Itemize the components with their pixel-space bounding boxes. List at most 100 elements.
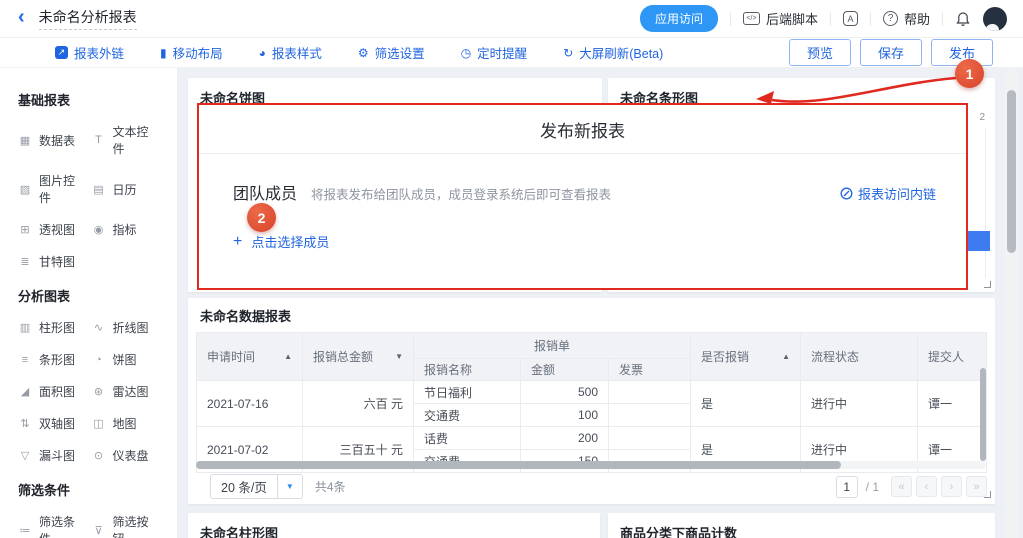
- tab-label: 移动布局: [173, 43, 223, 62]
- section-title-basic: 基础报表: [18, 90, 159, 109]
- notification-bell-icon[interactable]: [955, 11, 971, 27]
- column-header-status[interactable]: 流程状态: [801, 333, 918, 381]
- column-header-invoice[interactable]: 发票: [609, 359, 691, 381]
- column-header-item-name[interactable]: 报销名称: [414, 359, 521, 381]
- item-label: 甘特图: [39, 253, 75, 270]
- dual-axis-icon: ⇅: [18, 417, 32, 430]
- column-header-submitter[interactable]: 提交人: [918, 333, 987, 381]
- help-button[interactable]: ? 帮助: [883, 9, 930, 28]
- sidebar-item-filter-button[interactable]: ⊽筛选按钮: [92, 513, 160, 538]
- table-horizontal-scrollbar: [196, 461, 986, 469]
- sidebar-item-radar-chart[interactable]: ⊛雷达图: [92, 383, 160, 400]
- panel-resize-handle[interactable]: [984, 281, 991, 288]
- table-row: 2021-07-16 六百 元 节日福利 500 是 进行中 谭一: [197, 381, 987, 404]
- sidebar-item-calendar[interactable]: ▤日历: [92, 172, 160, 206]
- column-header-total-amount[interactable]: 报销总金额▼: [303, 333, 414, 381]
- workspace: 基础报表 ▦数据表 T文本控件 ▨图片控件 ▤日历 ⊞透视图 ◉指标 ≣甘特图 …: [0, 68, 1023, 538]
- total-count-label: 共4条: [315, 478, 346, 495]
- cell-status: 进行中: [801, 381, 918, 427]
- column-header-amount[interactable]: 金额: [521, 359, 609, 381]
- pagination-controls: 1 / 1 « ‹ › »: [836, 476, 987, 498]
- current-page-box[interactable]: 1: [836, 476, 858, 498]
- table-panel-title: 未命名数据报表: [188, 298, 995, 325]
- contacts-button[interactable]: A: [843, 11, 858, 26]
- save-button[interactable]: 保存: [860, 39, 922, 66]
- tab-mobile-layout[interactable]: ▮ 移动布局: [160, 43, 223, 62]
- data-table-panel[interactable]: 未命名数据报表 申请时间 ▲ 报销总金额▼ 报销单 是否报销▲ 流程状态 提交人: [188, 298, 995, 504]
- sidebar-item-funnel-chart[interactable]: ▽漏斗图: [18, 447, 86, 464]
- column-panel-title: 未命名柱形图: [188, 513, 600, 538]
- next-page-button[interactable]: ›: [941, 476, 962, 497]
- section-basic-items: ▦数据表 T文本控件 ▨图片控件 ▤日历 ⊞透视图 ◉指标 ≣ 甘特图: [18, 123, 159, 270]
- section-chart-items: ▥柱形图 ∿折线图 ≡条形图 ◔饼图 ◢面积图 ⊛雷达图 ⇅ 双轴图 ◫地图 ▽漏…: [18, 319, 159, 464]
- sidebar-item-pie-chart[interactable]: ◔饼图: [92, 351, 160, 368]
- first-page-button[interactable]: «: [891, 476, 912, 497]
- tab-report-external-link[interactable]: ↗ 报表外链: [55, 43, 124, 62]
- select-member-button[interactable]: + 点击选择成员: [233, 232, 932, 251]
- page-scrollbar-thumb[interactable]: [1007, 90, 1016, 253]
- sidebar-item-bar-chart[interactable]: ≡条形图: [18, 351, 86, 368]
- table-vertical-scrollbar-thumb[interactable]: [980, 368, 986, 461]
- page-count-label: / 1: [866, 480, 879, 494]
- user-avatar[interactable]: [983, 7, 1007, 31]
- header-label: 报销总金额: [313, 348, 373, 365]
- sidebar-item-text-widget[interactable]: T文本控件: [92, 123, 160, 157]
- item-label: 折线图: [113, 319, 149, 336]
- column-group-reimbursement: 报销单: [414, 333, 691, 359]
- preview-button[interactable]: 预览: [789, 39, 851, 66]
- panel-resize-handle[interactable]: [984, 491, 991, 498]
- report-internal-link[interactable]: 报表访问内链: [840, 184, 936, 203]
- cell-apply-time: 2021-07-16: [197, 381, 303, 427]
- item-label: 图片控件: [39, 172, 86, 206]
- sidebar-item-dual-axis-chart[interactable]: ⇅ 双轴图: [18, 415, 86, 432]
- cell-total: 六百 元: [303, 381, 414, 427]
- column-chart-icon: ▥: [18, 321, 32, 334]
- item-label: 双轴图: [39, 415, 75, 432]
- sidebar-item-column-chart[interactable]: ▥柱形图: [18, 319, 86, 336]
- sidebar-item-area-chart[interactable]: ◢面积图: [18, 383, 86, 400]
- sidebar-item-pivot[interactable]: ⊞透视图: [18, 221, 86, 238]
- tab-scheduled-reminder[interactable]: ◷ 定时提醒: [461, 43, 528, 62]
- prev-page-button[interactable]: ‹: [916, 476, 937, 497]
- tab-report-style[interactable]: ◕ 报表样式: [259, 43, 322, 62]
- column-header-reimbursed[interactable]: 是否报销▲: [691, 333, 801, 381]
- sidebar-item-filter-condition[interactable]: ≔筛选条件: [18, 513, 86, 538]
- filter-button-icon: ⊽: [92, 524, 106, 537]
- clock-icon: ◷: [461, 47, 471, 59]
- cell-amount: 200: [521, 427, 609, 450]
- style-pie-icon: ◕: [259, 47, 266, 59]
- app-access-button[interactable]: 应用访问: [640, 5, 718, 32]
- page-size-select[interactable]: 20 条/页 ▼: [210, 474, 303, 499]
- product-count-panel[interactable]: 商品分类下商品计数: [608, 513, 995, 538]
- tab-screen-refresh[interactable]: ↻ 大屏刷新(Beta): [563, 43, 663, 62]
- tab-label: 大屏刷新(Beta): [579, 43, 663, 62]
- funnel-chart-icon: ▽: [18, 449, 32, 462]
- cell-item-name: 节日福利: [414, 381, 521, 404]
- annotation-step-2: 2: [247, 203, 276, 232]
- reimbursement-table: 申请时间▲ 报销总金额▼ 报销单 是否报销▲ 流程状态 提交人 报销名称 金额 …: [196, 332, 987, 473]
- tab-label: 报表外链: [74, 43, 124, 62]
- sidebar-item-indicator[interactable]: ◉指标: [92, 221, 160, 238]
- sidebar-item-gantt[interactable]: ≣ 甘特图: [18, 253, 86, 270]
- sidebar-item-map[interactable]: ◫地图: [92, 415, 160, 432]
- header-label: 申请时间: [207, 348, 255, 365]
- tab-filter-settings[interactable]: ⚙ 筛选设置: [358, 43, 425, 62]
- backend-script-button[interactable]: </> 后端脚本: [743, 9, 818, 28]
- gear-icon: ⚙: [358, 47, 369, 59]
- gantt-icon: ≣: [18, 255, 32, 268]
- item-label: 日历: [113, 181, 137, 198]
- back-icon[interactable]: ‹: [18, 7, 25, 27]
- pivot-icon: ⊞: [18, 223, 32, 236]
- report-title[interactable]: 未命名分析报表: [39, 7, 137, 30]
- column-header-apply-time[interactable]: 申请时间 ▲: [197, 333, 303, 381]
- sidebar-item-line-chart[interactable]: ∿折线图: [92, 319, 160, 336]
- team-member-label: 团队成员: [233, 180, 297, 204]
- sidebar-item-data-table[interactable]: ▦数据表: [18, 123, 86, 157]
- sidebar-item-image-widget[interactable]: ▨图片控件: [18, 172, 86, 206]
- column-chart-panel[interactable]: 未命名柱形图: [188, 513, 600, 538]
- cell-amount: 500: [521, 381, 609, 404]
- horizontal-scrollbar-thumb[interactable]: [196, 461, 841, 469]
- sidebar-item-gauge[interactable]: ⊙仪表盘: [92, 447, 160, 464]
- team-member-description: 将报表发布给团队成员，成员登录系统后即可查看报表: [311, 184, 611, 203]
- sort-asc-icon: ▲: [284, 352, 292, 361]
